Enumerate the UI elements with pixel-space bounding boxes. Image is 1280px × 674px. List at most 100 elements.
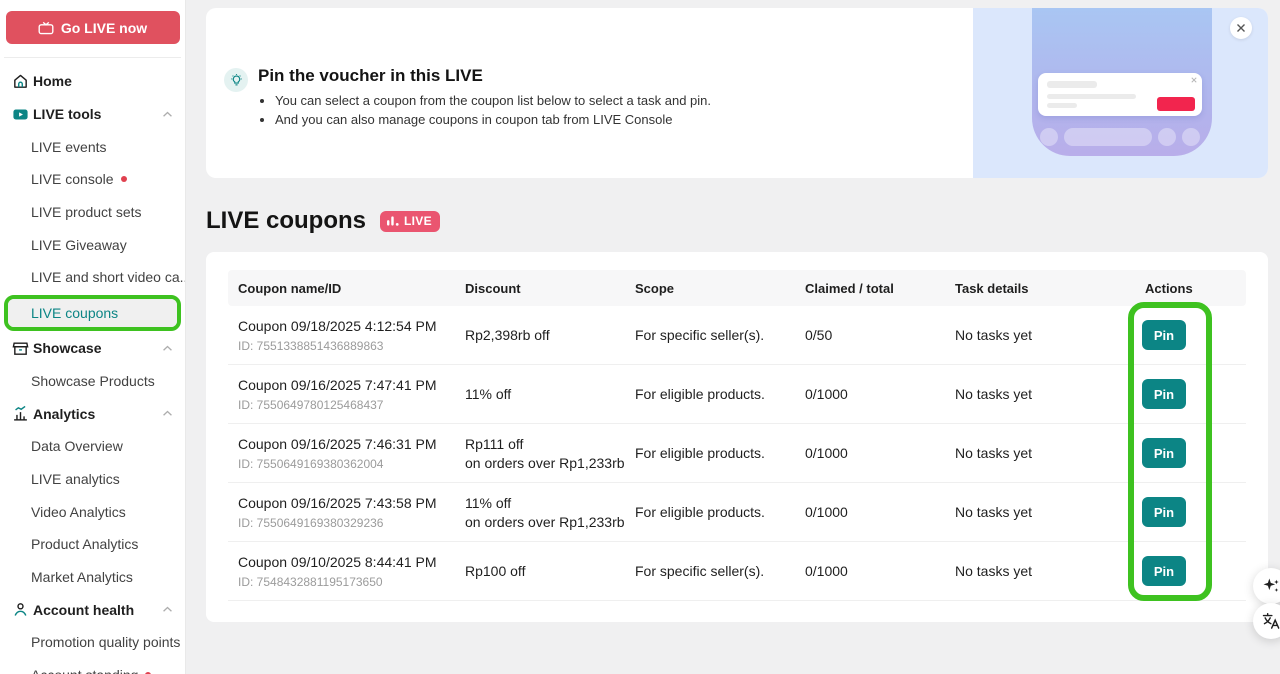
sidebar-label-live-events: LIVE events: [31, 139, 107, 155]
coupon-claimed: 0/50: [795, 327, 945, 343]
sidebar-label-account-standing: Account standing: [31, 667, 138, 674]
coupon-task-details: No tasks yet: [945, 504, 1135, 520]
sidebar-label-video-analytics: Video Analytics: [31, 504, 126, 520]
live-status-badge: LIVE: [380, 211, 440, 232]
coupon-discount: Rp2,398rb off: [465, 327, 625, 343]
coupon-task-details: No tasks yet: [945, 386, 1135, 402]
banner-title: Pin the voucher in this LIVE: [258, 66, 711, 86]
voucher-claim-button-mockup: [1157, 97, 1195, 111]
showcase-icon: [12, 340, 29, 357]
sidebar-label-data-overview: Data Overview: [31, 438, 123, 454]
pin-button[interactable]: Pin: [1142, 497, 1186, 527]
sidebar-item-showcase-products[interactable]: Showcase Products: [0, 365, 185, 398]
table-row: Coupon 09/16/2025 7:43:58 PM ID: 7550649…: [228, 483, 1246, 542]
coupon-task-details: No tasks yet: [945, 563, 1135, 579]
column-header-task: Task details: [945, 281, 1135, 296]
sidebar-label-live-short-video: LIVE and short video ca...: [31, 269, 186, 285]
account-health-icon: [12, 601, 29, 618]
coupon-id: ID: 7551338851436889863: [238, 339, 455, 353]
banner-bullet-2: And you can also manage coupons in coupo…: [275, 112, 711, 127]
live-tv-icon: [38, 21, 54, 35]
sidebar-item-data-overview[interactable]: Data Overview: [0, 430, 185, 463]
coupon-scope: For eligible products.: [625, 445, 795, 461]
pin-button[interactable]: Pin: [1142, 320, 1186, 350]
phone-controls-mockup: [1040, 128, 1200, 146]
skeleton-line: [1047, 81, 1097, 88]
sidebar-item-video-analytics[interactable]: Video Analytics: [0, 495, 185, 528]
coupon-claimed: 0/1000: [795, 563, 945, 579]
coupon-id: ID: 7548432881195173650: [238, 575, 455, 589]
sidebar-divider: [4, 57, 181, 58]
skeleton-line: [1047, 94, 1136, 99]
sidebar-item-live-short-video[interactable]: LIVE and short video ca...: [0, 261, 185, 294]
coupon-discount: Rp100 off: [465, 563, 625, 579]
live-tools-icon: [12, 106, 29, 123]
coupon-scope: For specific seller(s).: [625, 563, 795, 579]
translate-icon: [1261, 611, 1280, 631]
notification-dot: [121, 176, 127, 182]
sidebar-label-live-giveaway: LIVE Giveaway: [31, 237, 127, 253]
sidebar-item-analytics[interactable]: Analytics: [0, 397, 185, 430]
sidebar-item-live-analytics[interactable]: LIVE analytics: [0, 463, 185, 496]
home-icon: [12, 73, 29, 90]
sidebar-item-live-coupons[interactable]: LIVE coupons: [8, 299, 177, 327]
coupon-scope: For specific seller(s).: [625, 327, 795, 343]
coupon-name: Coupon 09/10/2025 8:44:41 PM: [238, 554, 455, 570]
sidebar-item-live-console[interactable]: LIVE console: [0, 163, 185, 196]
coupon-name: Coupon 09/16/2025 7:46:31 PM: [238, 436, 455, 452]
sidebar-item-promotion-quality-points[interactable]: Promotion quality points: [0, 626, 185, 659]
coupon-name: Coupon 09/16/2025 7:47:41 PM: [238, 377, 455, 393]
sidebar-label-live-product-sets: LIVE product sets: [31, 204, 142, 220]
banner-bullet-1: You can select a coupon from the coupon …: [275, 93, 711, 108]
coupon-scope: For eligible products.: [625, 386, 795, 402]
column-header-discount: Discount: [455, 281, 625, 296]
close-icon: [1191, 77, 1197, 83]
live-bars-icon: [387, 216, 400, 226]
sidebar-item-live-giveaway[interactable]: LIVE Giveaway: [0, 228, 185, 261]
banner-content: Pin the voucher in this LIVE You can sel…: [224, 64, 711, 131]
sidebar-item-live-product-sets[interactable]: LIVE product sets: [0, 196, 185, 229]
sidebar-label-market-analytics: Market Analytics: [31, 569, 133, 585]
sidebar-label-live-coupons: LIVE coupons: [31, 305, 118, 321]
table-row: Coupon 09/16/2025 7:47:41 PM ID: 7550649…: [228, 365, 1246, 424]
column-header-scope: Scope: [625, 281, 795, 296]
sidebar: Go LIVE now Home: [0, 0, 186, 674]
coupon-claimed: 0/1000: [795, 504, 945, 520]
pin-button[interactable]: Pin: [1142, 438, 1186, 468]
go-live-button[interactable]: Go LIVE now: [6, 11, 180, 44]
sidebar-label-account-health: Account health: [33, 602, 162, 618]
analytics-icon: [12, 405, 29, 422]
coupon-discount: Rp111 off: [465, 436, 625, 452]
highlight-annotation-live-coupons: LIVE coupons: [4, 295, 181, 331]
banner-card: Pin the voucher in this LIVE You can sel…: [206, 8, 1268, 178]
go-live-label: Go LIVE now: [61, 20, 147, 36]
sidebar-label-live-console: LIVE console: [31, 171, 114, 187]
sidebar-item-account-health[interactable]: Account health: [0, 593, 185, 626]
sidebar-item-account-standing[interactable]: Account standing: [0, 659, 185, 674]
chevron-up-icon: [162, 111, 173, 118]
coupon-claimed: 0/1000: [795, 445, 945, 461]
sidebar-label-home: Home: [33, 73, 173, 89]
sidebar-label-live-analytics: LIVE analytics: [31, 471, 120, 487]
column-header-actions: Actions: [1135, 281, 1246, 296]
sparkle-icon: [1261, 576, 1280, 596]
coupon-scope: For eligible products.: [625, 504, 795, 520]
chevron-up-icon: [162, 345, 173, 352]
sidebar-item-showcase[interactable]: Showcase: [0, 332, 185, 365]
sidebar-label-promotion-quality-points: Promotion quality points: [31, 634, 180, 650]
coupon-discount: 11% off: [465, 495, 625, 511]
coupons-table-card: Coupon name/ID Discount Scope Claimed / …: [206, 252, 1268, 622]
banner-close-button[interactable]: [1230, 17, 1252, 39]
sidebar-label-showcase-products: Showcase Products: [31, 373, 155, 389]
pin-button[interactable]: Pin: [1142, 556, 1186, 586]
sidebar-item-home[interactable]: Home: [0, 65, 185, 98]
pin-button[interactable]: Pin: [1142, 379, 1186, 409]
chevron-up-icon: [162, 410, 173, 417]
coupon-task-details: No tasks yet: [945, 445, 1135, 461]
coupon-name: Coupon 09/16/2025 7:43:58 PM: [238, 495, 455, 511]
sidebar-item-live-tools[interactable]: LIVE tools: [0, 98, 185, 131]
sidebar-item-market-analytics[interactable]: Market Analytics: [0, 561, 185, 594]
sidebar-item-product-analytics[interactable]: Product Analytics: [0, 528, 185, 561]
sidebar-item-live-events[interactable]: LIVE events: [0, 130, 185, 163]
voucher-card-mockup: [1038, 73, 1202, 116]
